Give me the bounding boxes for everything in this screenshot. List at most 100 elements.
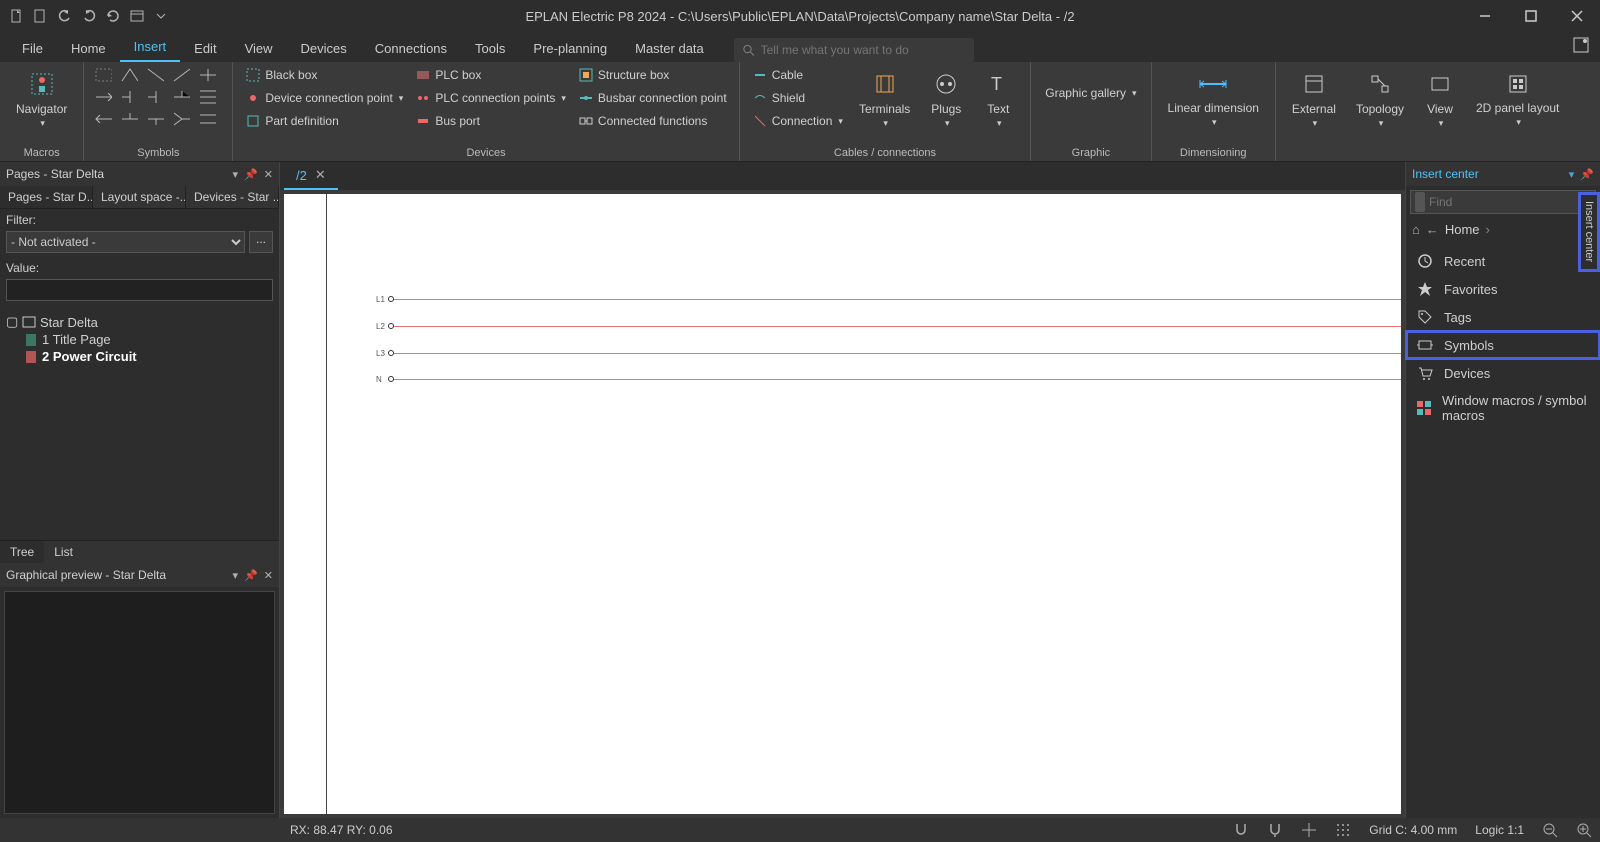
symbol-btn[interactable] bbox=[198, 110, 216, 128]
filter-more-button[interactable]: ... bbox=[249, 231, 273, 253]
sub-tab-devices[interactable]: Devices - Star ... bbox=[186, 186, 279, 208]
structure-box-button[interactable]: Structure box bbox=[576, 66, 729, 84]
panel-layout-button[interactable]: 2D panel layout▾ bbox=[1470, 66, 1565, 130]
shield-button[interactable]: Shield bbox=[750, 89, 845, 107]
insert-center-item-tags[interactable]: Tags bbox=[1406, 303, 1600, 331]
insert-center-side-tab[interactable]: Insert center bbox=[1578, 192, 1600, 272]
panel-dropdown-icon[interactable]: ▾ bbox=[233, 168, 239, 181]
preview-close-icon[interactable]: ✕ bbox=[264, 569, 273, 582]
symbol-btn[interactable] bbox=[120, 110, 138, 128]
insert-center-search[interactable] bbox=[1410, 190, 1596, 214]
connection-button[interactable]: Connection▾ bbox=[750, 112, 845, 130]
plc-box-button[interactable]: PLC box bbox=[413, 66, 568, 84]
snap2-icon[interactable] bbox=[1267, 822, 1283, 838]
ic-dropdown-icon[interactable]: ▾ bbox=[1569, 168, 1575, 181]
menu-connections[interactable]: Connections bbox=[361, 35, 461, 62]
filter-select[interactable]: - Not activated - bbox=[6, 231, 245, 253]
menu-tools[interactable]: Tools bbox=[461, 35, 519, 62]
external-button[interactable]: External▾ bbox=[1286, 66, 1342, 131]
drawing-canvas[interactable]: L1L2L3N bbox=[284, 194, 1401, 814]
menu-view[interactable]: View bbox=[231, 35, 287, 62]
part-definition-button[interactable]: Part definition bbox=[243, 112, 405, 130]
menu-devices[interactable]: Devices bbox=[287, 35, 361, 62]
symbol-btn[interactable] bbox=[198, 66, 216, 84]
bottom-tab-list[interactable]: List bbox=[44, 541, 83, 563]
symbol-btn[interactable] bbox=[146, 88, 164, 106]
snap-icon[interactable] bbox=[1233, 822, 1249, 838]
search-mode-icon[interactable] bbox=[1415, 192, 1425, 212]
navigator-button[interactable]: Navigator▾ bbox=[10, 66, 73, 131]
insert-center-item-symbols[interactable]: Symbols bbox=[1406, 331, 1600, 359]
symbol-btn[interactable] bbox=[172, 66, 190, 84]
panel-close-icon[interactable]: ✕ bbox=[264, 168, 273, 181]
symbol-btn[interactable] bbox=[94, 88, 112, 106]
symbol-btn[interactable] bbox=[94, 66, 112, 84]
plc-connpoints-button[interactable]: PLC connection points▾ bbox=[413, 89, 568, 107]
symbol-btn[interactable] bbox=[120, 88, 138, 106]
tree-node-power-circuit[interactable]: 2 Power Circuit bbox=[6, 348, 273, 365]
busbar-connpoint-button[interactable]: Busbar connection point bbox=[576, 89, 729, 107]
terminals-button[interactable]: Terminals▾ bbox=[853, 66, 916, 131]
document-tab[interactable]: /2 ✕ bbox=[284, 162, 338, 190]
maximize-button[interactable] bbox=[1508, 0, 1554, 32]
close-button[interactable] bbox=[1554, 0, 1600, 32]
minimize-button[interactable] bbox=[1462, 0, 1508, 32]
menu-preplanning[interactable]: Pre-planning bbox=[519, 35, 621, 62]
open-icon[interactable] bbox=[32, 7, 50, 25]
bus-port-button[interactable]: Bus port bbox=[413, 112, 568, 130]
symbol-btn[interactable] bbox=[172, 88, 190, 106]
insert-center-item-recent[interactable]: Recent bbox=[1406, 247, 1600, 275]
qat-more-icon[interactable] bbox=[152, 7, 170, 25]
tell-me-search[interactable] bbox=[734, 38, 974, 62]
menu-home[interactable]: Home bbox=[57, 35, 120, 62]
app-options-icon[interactable] bbox=[1572, 36, 1590, 54]
linear-dimension-button[interactable]: Linear dimension▾ bbox=[1162, 66, 1265, 130]
plugs-button[interactable]: Plugs▾ bbox=[924, 66, 968, 131]
crosshair-icon[interactable] bbox=[1301, 822, 1317, 838]
topology-button[interactable]: Topology▾ bbox=[1350, 66, 1410, 131]
tree-node-title-page[interactable]: 1 Title Page bbox=[6, 331, 273, 348]
sub-tab-layout[interactable]: Layout space -... bbox=[93, 186, 186, 208]
black-box-button[interactable]: Black box bbox=[243, 66, 405, 84]
symbol-btn[interactable] bbox=[120, 66, 138, 84]
undo-icon[interactable] bbox=[56, 7, 74, 25]
bottom-tab-tree[interactable]: Tree bbox=[0, 541, 44, 563]
sub-tab-pages[interactable]: Pages - Star D... bbox=[0, 186, 93, 208]
text-button[interactable]: TText▾ bbox=[976, 66, 1020, 131]
cable-button[interactable]: Cable bbox=[750, 66, 845, 84]
device-connpoint-button[interactable]: Device connection point▾ bbox=[243, 89, 405, 107]
symbol-btn[interactable] bbox=[172, 110, 190, 128]
connected-functions-button[interactable]: Connected functions bbox=[576, 112, 729, 130]
find-input[interactable] bbox=[1429, 195, 1584, 209]
zoom-in-icon[interactable] bbox=[1576, 822, 1592, 838]
insert-center-item-devices[interactable]: Devices bbox=[1406, 359, 1600, 387]
refresh-icon[interactable] bbox=[104, 7, 122, 25]
value-input[interactable] bbox=[6, 279, 273, 301]
tab-close-icon[interactable]: ✕ bbox=[315, 167, 326, 183]
ic-pin-icon[interactable]: 📌 bbox=[1580, 168, 1594, 181]
preview-pin-icon[interactable]: 📌 bbox=[244, 569, 258, 582]
symbol-btn[interactable] bbox=[146, 66, 164, 84]
menu-insert[interactable]: Insert bbox=[120, 33, 181, 62]
tree-root[interactable]: ▢Star Delta bbox=[6, 313, 273, 331]
symbol-btn[interactable] bbox=[198, 88, 216, 106]
insert-center-item-favorites[interactable]: Favorites bbox=[1406, 275, 1600, 303]
tell-me-input[interactable] bbox=[761, 43, 966, 57]
panel-pin-icon[interactable]: 📌 bbox=[244, 168, 258, 181]
menu-edit[interactable]: Edit bbox=[180, 35, 230, 62]
view-button[interactable]: View▾ bbox=[1418, 66, 1462, 131]
grid-icon[interactable] bbox=[1335, 822, 1351, 838]
symbol-btn[interactable] bbox=[94, 110, 112, 128]
menu-file[interactable]: File bbox=[8, 35, 57, 62]
window-icon[interactable] bbox=[128, 7, 146, 25]
redo-icon[interactable] bbox=[80, 7, 98, 25]
graphic-gallery-button[interactable]: Graphic gallery▾ bbox=[1041, 66, 1140, 120]
symbol-btn[interactable] bbox=[146, 110, 164, 128]
back-icon[interactable]: ← bbox=[1426, 222, 1439, 237]
insert-center-item-window-macros-symbol-macros[interactable]: Window macros / symbol macros bbox=[1406, 387, 1600, 429]
menu-masterdata[interactable]: Master data bbox=[621, 35, 718, 62]
preview-dropdown-icon[interactable]: ▾ bbox=[233, 569, 239, 582]
zoom-out-icon[interactable] bbox=[1542, 822, 1558, 838]
new-icon[interactable] bbox=[8, 7, 26, 25]
home-icon[interactable]: ⌂ bbox=[1412, 222, 1420, 237]
